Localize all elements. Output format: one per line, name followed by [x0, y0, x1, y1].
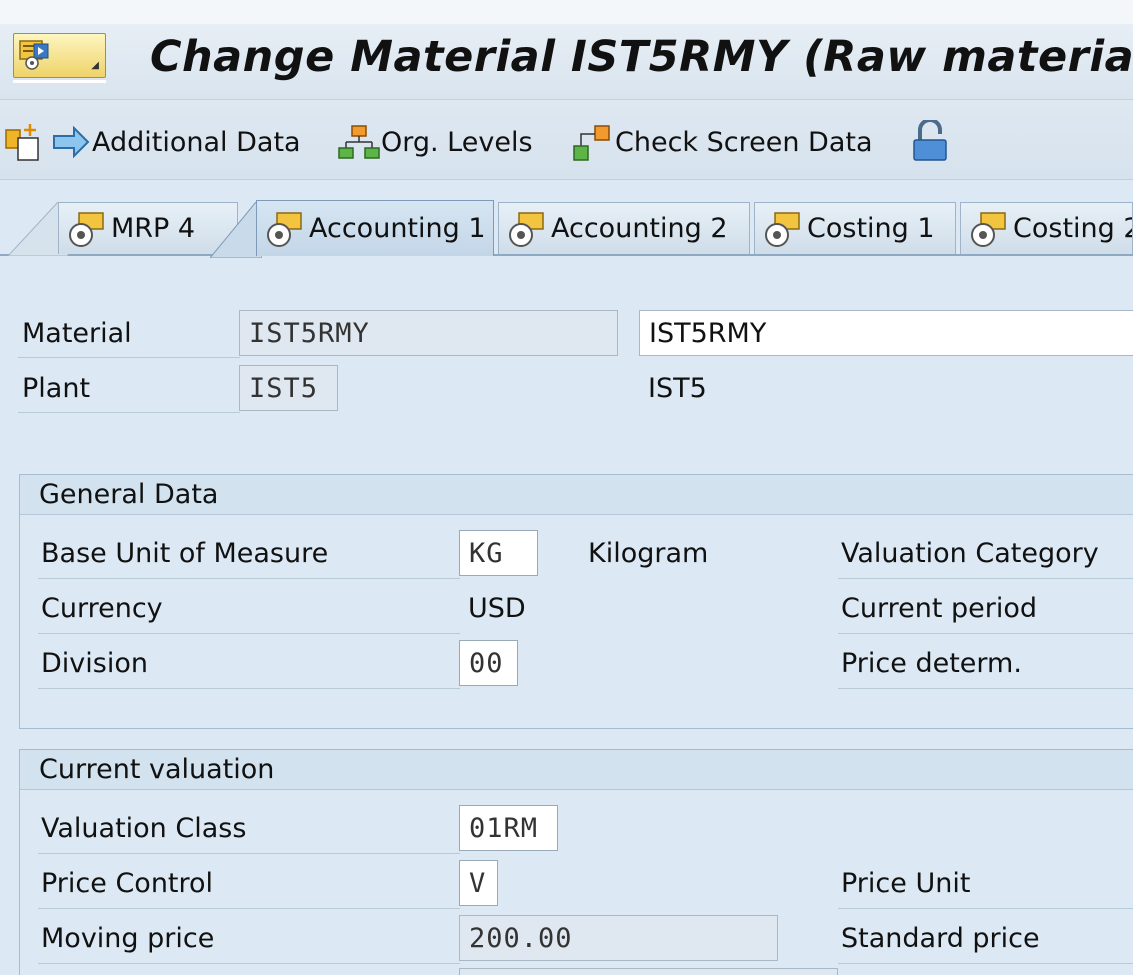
org-levels-button[interactable]: Org. Levels — [337, 122, 533, 162]
general-data-header: General Data — [20, 475, 1133, 515]
tab-settings-icon — [765, 211, 800, 247]
check-screen-icon — [573, 125, 610, 161]
org-levels-label: Org. Levels — [381, 126, 533, 158]
next-row-field-partial[interactable] — [459, 968, 838, 975]
valuation-class-field[interactable]: 01RM — [459, 805, 558, 851]
plant-label-underline — [18, 412, 240, 413]
tab-label: Costing 1 — [807, 213, 935, 244]
tab-accounting-1[interactable]: Accounting 1 — [256, 200, 494, 256]
tab-slope-decoration — [210, 202, 262, 258]
valuation-category-underline — [838, 578, 1133, 579]
tab-settings-icon — [69, 211, 104, 247]
division-underline — [38, 688, 460, 689]
sap-menu-icon — [19, 40, 49, 70]
right-arrow-icon — [53, 125, 90, 159]
plant-description: IST5 — [648, 373, 707, 404]
lock-icon — [913, 120, 947, 161]
standard-price-label: Standard price — [841, 923, 1040, 954]
tab-label: Costing 2 — [1013, 213, 1133, 244]
material-field[interactable]: IST5RMY — [239, 310, 618, 356]
tab-settings-icon — [509, 211, 544, 247]
price-determ-label: Price determ. — [841, 648, 1022, 679]
check-screen-data-button[interactable]: Check Screen Data — [571, 122, 873, 162]
price-unit-label: Price Unit — [841, 868, 971, 899]
material-label-underline — [18, 357, 240, 358]
tab-strip: MRP 4 Accounting 1 Accounting 2 Costing … — [0, 180, 1133, 258]
top-strip — [0, 0, 1133, 24]
price-control-label: Price Control — [41, 868, 214, 899]
current-valuation-header: Current valuation — [20, 750, 1133, 790]
application-toolbar: Additional Data Org. Levels Check Screen… — [0, 100, 1133, 180]
price-unit-underline — [838, 908, 1133, 909]
tab-settings-icon — [267, 211, 302, 247]
base-uom-label: Base Unit of Measure — [41, 538, 329, 569]
valuation-class-underline — [38, 853, 460, 854]
title-bar: ◢ Change Material IST5RMY (Raw material) — [0, 24, 1133, 100]
base-uom-text: Kilogram — [588, 538, 709, 569]
current-valuation-title: Current valuation — [39, 754, 275, 785]
new-document-button[interactable] — [4, 122, 44, 162]
material-label: Material — [22, 318, 132, 349]
general-data-title: General Data — [39, 479, 219, 510]
currency-value: USD — [468, 593, 526, 624]
menu-underline — [13, 80, 106, 83]
division-field[interactable]: 00 — [459, 640, 518, 686]
base-uom-underline — [38, 578, 460, 579]
currency-underline — [38, 633, 460, 634]
additional-data-label: Additional Data — [92, 126, 301, 158]
lock-button[interactable] — [910, 120, 950, 162]
moving-price-underline — [38, 963, 460, 964]
additional-data-button[interactable]: Additional Data — [52, 122, 301, 162]
tab-costing-1[interactable]: Costing 1 — [754, 202, 956, 254]
current-period-underline — [838, 633, 1133, 634]
moving-price-label: Moving price — [41, 923, 215, 954]
hierarchy-icon — [338, 125, 380, 159]
price-determ-underline — [838, 688, 1133, 689]
currency-label: Currency — [41, 593, 163, 624]
tab-costing-2[interactable]: Costing 2 — [960, 202, 1133, 254]
window-title: Change Material IST5RMY (Raw material) — [150, 32, 1133, 82]
material-description-field[interactable]: IST5RMY — [639, 310, 1133, 356]
price-control-underline — [38, 908, 460, 909]
tab-accounting-2[interactable]: Accounting 2 — [498, 202, 750, 254]
moving-price-field[interactable]: 200.00 — [459, 915, 778, 961]
current-period-label: Current period — [841, 593, 1038, 624]
base-uom-field[interactable]: KG — [459, 530, 538, 576]
tab-label: MRP 4 — [111, 213, 196, 244]
division-label: Division — [41, 648, 148, 679]
plant-field[interactable]: IST5 — [239, 365, 338, 411]
tab-label: Accounting 2 — [551, 213, 728, 244]
tab-settings-icon — [971, 211, 1006, 247]
tab-label: Accounting 1 — [309, 213, 486, 244]
price-control-field[interactable]: V — [459, 860, 498, 906]
new-document-icon — [5, 124, 39, 161]
standard-price-underline — [838, 963, 1133, 964]
plant-label: Plant — [22, 373, 91, 404]
valuation-category-label: Valuation Category — [841, 538, 1099, 569]
valuation-class-label: Valuation Class — [41, 813, 247, 844]
menu-dropdown-arrow-icon: ◢ — [91, 60, 99, 71]
sap-menu-button[interactable]: ◢ — [13, 33, 106, 78]
check-screen-data-label: Check Screen Data — [615, 126, 873, 158]
